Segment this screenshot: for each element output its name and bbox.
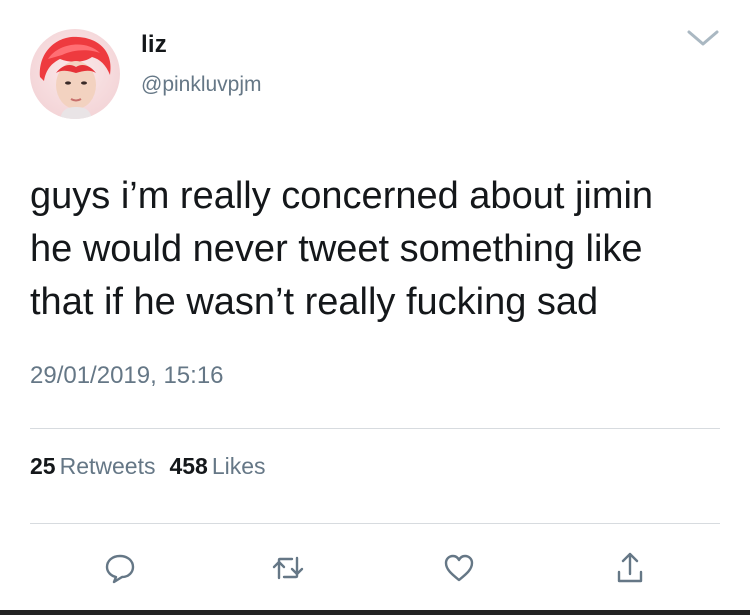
bottom-border [0, 610, 750, 615]
retweet-icon[interactable] [270, 550, 306, 586]
like-icon[interactable] [441, 550, 477, 586]
reply-icon[interactable] [102, 550, 138, 586]
retweets-label: Retweets [59, 453, 156, 479]
likes-count: 458 [169, 453, 208, 479]
likes-label: Likes [211, 453, 266, 479]
user-handle[interactable]: @pinkluvpjm [141, 73, 262, 97]
avatar[interactable] [30, 29, 120, 119]
share-icon[interactable] [612, 550, 648, 586]
tweet-card: liz @pinkluvpjm guys i’m really concerne… [0, 0, 750, 615]
display-name[interactable]: liz [141, 31, 167, 59]
tweet-timestamp[interactable]: 29/01/2019, 15:16 [30, 362, 224, 390]
tweet-stats: 25 Retweets 458 Likes [30, 453, 266, 480]
tweet-text: guys i’m really concerned about jimin he… [30, 175, 654, 323]
likes-stat[interactable]: 458 Likes [169, 453, 265, 479]
avatar-image [30, 29, 120, 119]
divider-top [30, 428, 720, 429]
chevron-down-icon[interactable] [685, 26, 721, 50]
retweets-stat[interactable]: 25 Retweets [30, 453, 155, 479]
retweets-count: 25 [30, 453, 56, 479]
divider-bottom [30, 523, 720, 524]
